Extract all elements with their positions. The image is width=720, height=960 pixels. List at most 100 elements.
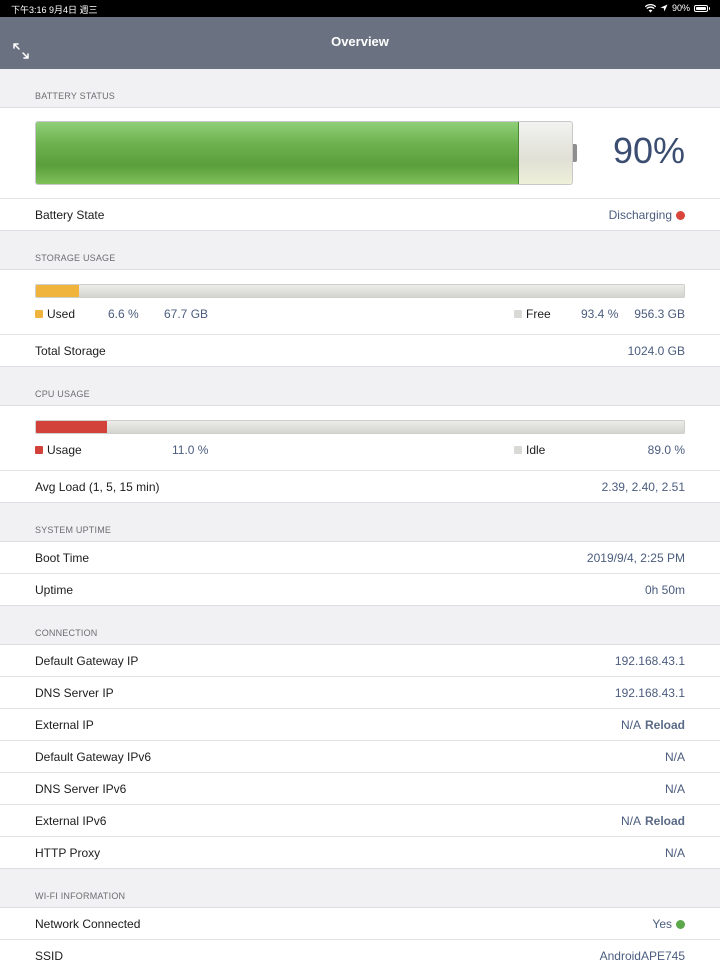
section-title: CONNECTION: [35, 628, 98, 638]
row-label: Uptime: [35, 583, 74, 597]
battery-percent: 90%: [612, 130, 685, 171]
row-label: DNS Server IPv6: [35, 782, 127, 796]
section-header-battery: BATTERY STATUS: [0, 69, 720, 108]
nav-bar: Overview: [0, 17, 720, 69]
section-title: CPU USAGE: [35, 389, 90, 399]
row-label: External IPv6: [35, 814, 107, 828]
storage-used-percent: 6.6 %: [108, 307, 139, 321]
section-title: WI-FI INFORMATION: [35, 891, 126, 901]
page-title: Overview: [331, 34, 389, 49]
row-value: AndroidAPE745: [599, 949, 685, 960]
legend-label: Used: [47, 307, 76, 321]
row-label: Default Gateway IPv6: [35, 750, 152, 764]
row-value: 2.39, 2.40, 2.51: [601, 480, 685, 494]
cpu-usage-bar: [35, 420, 685, 434]
row-label: External IP: [35, 718, 94, 732]
status-dot: [676, 210, 685, 220]
section-header-connection: CONNECTION: [0, 606, 720, 645]
storage-used-fill: [36, 285, 79, 297]
section-header-wifi: WI-FI INFORMATION: [0, 869, 720, 908]
storage-usage-row: Used 6.6 % 67.7 GB Free 93.4 % 956.3 GB: [0, 270, 720, 335]
section-title: BATTERY STATUS: [35, 91, 115, 101]
storage-free-percent: 93.4 %: [581, 307, 619, 321]
row-value: 1024.0 GB: [627, 344, 685, 358]
section-title: SYSTEM UPTIME: [35, 525, 112, 535]
status-right: 90%: [644, 3, 710, 13]
row-label: Boot Time: [35, 551, 90, 565]
row-value: N/A: [664, 846, 685, 860]
storage-free-size: 956.3 GB: [634, 307, 685, 321]
battery-terminal: [573, 144, 577, 162]
dns-ipv6-row: DNS Server IPv6 N/A: [0, 773, 720, 805]
row-label: SSID: [35, 949, 64, 960]
legend-used: Used: [35, 307, 75, 321]
gateway-ipv6-row: Default Gateway IPv6 N/A: [0, 741, 720, 773]
reload-external-ip-button[interactable]: Reload: [645, 718, 685, 732]
legend-usage: Usage: [35, 443, 82, 457]
battery-state-value: Discharging: [608, 208, 672, 222]
storage-usage-bar: [35, 284, 685, 298]
status-dot: [676, 919, 685, 929]
row-label: Network Connected: [35, 917, 141, 931]
screen: 下午3:16 9月4日 週三 90% Overview BATTERY STAT…: [0, 0, 720, 960]
external-ipv6-value: N/A: [620, 814, 641, 828]
external-ip-row: External IP N/A Reload: [0, 709, 720, 741]
battery-graphic-row: 90%: [0, 108, 720, 199]
row-label: DNS Server IP: [35, 686, 114, 700]
reload-external-ipv6-button[interactable]: Reload: [645, 814, 685, 828]
uptime-row: Uptime 0h 50m: [0, 574, 720, 606]
legend-swatch-idle: [514, 446, 522, 454]
status-bar: 下午3:16 9月4日 週三 90%: [0, 0, 720, 17]
wifi-icon: [644, 3, 656, 12]
status-battery-text: 90%: [671, 3, 690, 13]
legend-idle: Idle: [514, 443, 545, 457]
http-proxy-row: HTTP Proxy N/A: [0, 837, 720, 869]
section-title: STORAGE USAGE: [35, 253, 116, 263]
row-label: Avg Load (1, 5, 15 min): [35, 480, 160, 494]
legend-label: Free: [526, 307, 551, 321]
row-label: HTTP Proxy: [35, 846, 101, 860]
overview-list[interactable]: BATTERY STATUS 90% Battery State Dischar…: [0, 69, 720, 960]
storage-used-size: 67.7 GB: [164, 307, 209, 321]
row-value: Yes: [652, 917, 685, 931]
row-value: 2019/9/4, 2:25 PM: [586, 551, 685, 565]
dns-ip-row: DNS Server IP 192.168.43.1: [0, 677, 720, 709]
boot-time-row: Boot Time 2019/9/4, 2:25 PM: [0, 542, 720, 574]
avg-load-row: Avg Load (1, 5, 15 min) 2.39, 2.40, 2.51: [0, 471, 720, 503]
row-value: N/A Reload: [621, 718, 685, 732]
legend-swatch-usage: [35, 446, 43, 454]
row-label: Total Storage: [35, 344, 106, 358]
row-value: N/A: [664, 782, 685, 796]
row-value: 192.168.43.1: [614, 654, 685, 668]
legend-label: Idle: [526, 443, 546, 457]
section-header-cpu: CPU USAGE: [0, 367, 720, 406]
battery-graphic: [35, 121, 573, 185]
section-header-uptime: SYSTEM UPTIME: [0, 503, 720, 542]
row-label: Default Gateway IP: [35, 654, 139, 668]
cpu-usage-fill: [36, 421, 108, 433]
gateway-ip-row: Default Gateway IP 192.168.43.1: [0, 645, 720, 677]
section-header-storage: STORAGE USAGE: [0, 231, 720, 270]
legend-swatch-free: [514, 310, 522, 318]
external-ipv6-row: External IPv6 N/A Reload: [0, 805, 720, 837]
row-value: 0h 50m: [644, 583, 685, 597]
row-value: 192.168.43.1: [614, 686, 685, 700]
legend-label: Usage: [47, 443, 82, 457]
row-value: N/A Reload: [621, 814, 685, 828]
row-value: Discharging: [609, 208, 685, 222]
row-value: N/A: [664, 750, 685, 764]
external-ip-value: N/A: [620, 718, 641, 732]
network-connected-value: Yes: [652, 917, 672, 931]
legend-swatch-used: [35, 310, 43, 318]
battery-icon: [694, 4, 710, 12]
network-connected-row: Network Connected Yes: [0, 908, 720, 940]
status-time-date: 下午3:16 9月4日 週三: [11, 5, 98, 15]
home-indicator[interactable]: [250, 950, 470, 954]
battery-level-fill: [36, 122, 520, 184]
cpu-idle-percent: 89.0 %: [647, 443, 685, 457]
location-arrow-icon: [660, 4, 668, 12]
legend-free: Free: [514, 307, 551, 321]
cpu-usage-percent: 11.0 %: [172, 443, 209, 457]
cpu-usage-row: Usage 11.0 % Idle 89.0 %: [0, 406, 720, 471]
row-label: Battery State: [35, 208, 105, 222]
